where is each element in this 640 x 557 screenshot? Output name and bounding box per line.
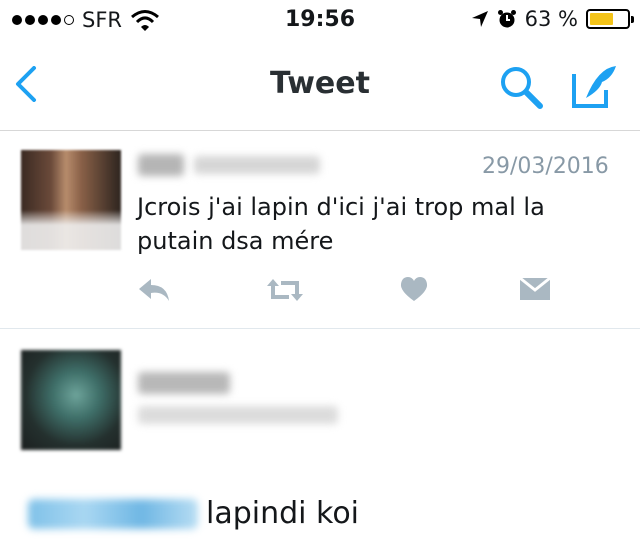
reply-author-name [138, 372, 230, 394]
reply-author-handle [138, 406, 338, 424]
mention-link[interactable] [28, 498, 198, 529]
like-icon[interactable] [399, 275, 429, 303]
status-right: 63 % [471, 7, 634, 31]
search-icon[interactable] [498, 64, 544, 110]
location-icon [471, 11, 488, 27]
battery-level [590, 13, 613, 25]
status-bar: SFR 19:56 63 % [0, 0, 640, 40]
navigation-bar: Tweet [0, 40, 640, 131]
tweet-actions [137, 275, 557, 309]
battery-percent: 63 % [524, 7, 578, 31]
battery-icon [586, 9, 634, 29]
retweet-icon[interactable] [265, 275, 305, 305]
reply-text: lapindi koi [206, 496, 360, 531]
reply-text-row: lapindi koi [22, 496, 359, 531]
tweet-detail: 29/03/2016 Jcrois j'ai lapin d'ici j'ai … [0, 130, 640, 329]
alarm-icon [497, 10, 516, 28]
page-title: Tweet [270, 66, 370, 101]
direct-message-icon[interactable] [519, 275, 551, 303]
author-handle [194, 156, 320, 174]
compose-icon[interactable] [572, 64, 618, 108]
tweet-date: 29/03/2016 [482, 154, 609, 179]
tweet-text: Jcrois j'ai lapin d'ici j'ai trop mal la… [137, 193, 545, 255]
author-name [138, 154, 184, 176]
reply-icon[interactable] [137, 275, 171, 305]
reply-avatar[interactable] [21, 350, 121, 450]
avatar[interactable] [21, 150, 121, 250]
